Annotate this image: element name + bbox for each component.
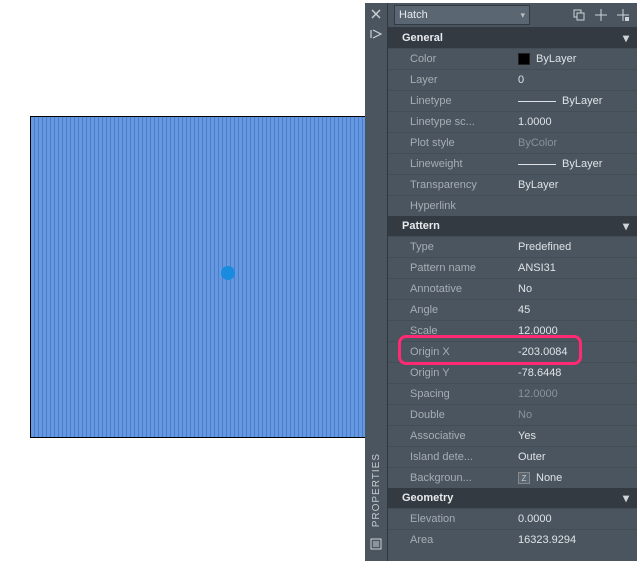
section-header-geometry[interactable]: Geometry ▾ — [388, 488, 637, 508]
collapse-icon: ▾ — [623, 31, 629, 45]
row-origin-y[interactable]: Origin Y-78.6448 — [388, 362, 637, 383]
select-objects-icon[interactable] — [593, 7, 609, 23]
section-general: ColorByLayer Layer0 LinetypeByLayer Line… — [388, 48, 637, 216]
palette-sidebar: PROPERTIES — [365, 3, 388, 561]
section-header-general[interactable]: General ▾ — [388, 28, 637, 48]
row-linetype[interactable]: LinetypeByLayer — [388, 90, 637, 111]
dock-toggle-icon[interactable] — [369, 27, 383, 41]
row-associative[interactable]: AssociativeYes — [388, 425, 637, 446]
row-transparency[interactable]: TransparencyByLayer — [388, 174, 637, 195]
row-linetype-scale[interactable]: Linetype sc...1.0000 — [388, 111, 637, 132]
row-double[interactable]: DoubleNo — [388, 404, 637, 425]
object-type-dropdown[interactable]: Hatch ▾ — [394, 5, 530, 25]
palette-body: Hatch ▾ General ▾ ColorByLayer Layer0 Li… — [388, 3, 637, 561]
row-annotative[interactable]: AnnotativeNo — [388, 278, 637, 299]
drawing-canvas[interactable] — [30, 116, 372, 438]
row-pattern-name[interactable]: Pattern nameANSI31 — [388, 257, 637, 278]
color-swatch — [518, 53, 530, 65]
row-spacing[interactable]: Spacing12.0000 — [388, 383, 637, 404]
chevron-down-icon: ▾ — [520, 10, 525, 21]
row-hyperlink[interactable]: Hyperlink — [388, 195, 637, 216]
row-origin-x[interactable]: Origin X-203.0084 — [388, 341, 637, 362]
section-title: Geometry — [402, 492, 453, 504]
lineweight-glyph — [518, 164, 556, 165]
options-icon[interactable] — [369, 537, 383, 551]
row-area[interactable]: Area16323.9294 — [388, 529, 637, 550]
none-checkbox-icon: Z — [518, 472, 530, 484]
row-plot-style[interactable]: Plot styleByColor — [388, 132, 637, 153]
row-island[interactable]: Island dete...Outer — [388, 446, 637, 467]
toggle-pickadd-icon[interactable] — [571, 7, 587, 23]
collapse-icon: ▾ — [623, 219, 629, 233]
row-scale[interactable]: Scale12.0000 — [388, 320, 637, 341]
row-layer[interactable]: Layer0 — [388, 69, 637, 90]
row-background[interactable]: Backgroun...ZNone — [388, 467, 637, 488]
collapse-icon: ▾ — [623, 491, 629, 505]
row-angle[interactable]: Angle45 — [388, 299, 637, 320]
quick-select-icon[interactable] — [615, 7, 631, 23]
object-type-value: Hatch — [399, 9, 428, 21]
section-title: Pattern — [402, 220, 440, 232]
row-elevation[interactable]: Elevation0.0000 — [388, 508, 637, 529]
hatch-object[interactable] — [31, 117, 371, 437]
grip-point[interactable] — [221, 266, 235, 280]
row-type[interactable]: TypePredefined — [388, 236, 637, 257]
properties-palette: PROPERTIES Hatch ▾ General ▾ ColorByLay — [365, 3, 637, 561]
linetype-glyph — [518, 101, 556, 102]
palette-toolbar: Hatch ▾ — [388, 3, 637, 28]
section-header-pattern[interactable]: Pattern ▾ — [388, 216, 637, 236]
palette-title: PROPERTIES — [371, 453, 382, 527]
close-icon[interactable] — [369, 7, 383, 21]
section-pattern: TypePredefined Pattern nameANSI31 Annota… — [388, 236, 637, 488]
section-title: General — [402, 32, 443, 44]
row-color[interactable]: ColorByLayer — [388, 48, 637, 69]
row-lineweight[interactable]: LineweightByLayer — [388, 153, 637, 174]
section-geometry: Elevation0.0000 Area16323.9294 — [388, 508, 637, 550]
